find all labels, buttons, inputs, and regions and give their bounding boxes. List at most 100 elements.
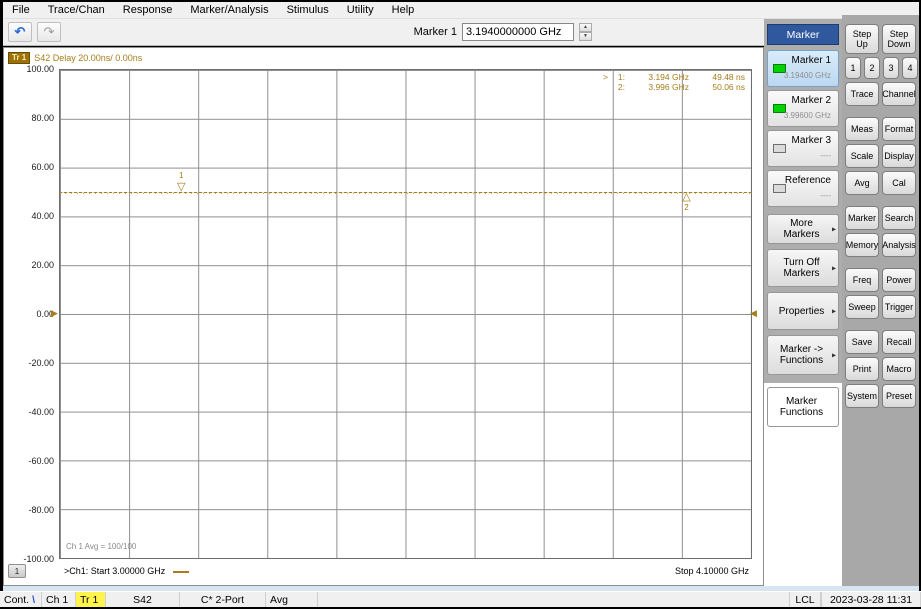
marker-off-indicator: [773, 144, 786, 153]
menu-item-stimulus[interactable]: Stimulus: [278, 3, 338, 17]
sweep-start-label: >Ch1: Start 3.00000 GHz: [64, 566, 189, 576]
submenu-arrow-icon: ▸: [832, 351, 836, 360]
hardkey-analysis[interactable]: Analysis: [882, 233, 916, 257]
hardkey-scale[interactable]: Scale: [845, 144, 879, 168]
menu-item-marker-analysis[interactable]: Marker/Analysis: [181, 3, 277, 17]
y-axis-tick-label: 60.00: [4, 162, 54, 172]
trace-marker-2[interactable]: △: [682, 192, 690, 202]
hardkey-marker[interactable]: Marker: [845, 206, 879, 230]
redo-icon[interactable]: ↷: [37, 22, 61, 42]
measurement-display: Tr 1 S42 Delay 20.00ns/ 0.00ns 100.0080.…: [3, 47, 764, 586]
hardkey-group: MarkerSearchMemoryAnalysis: [842, 206, 919, 257]
submenu-arrow-icon: ▸: [832, 307, 836, 316]
reference-level-arrow-left[interactable]: ▶: [51, 309, 58, 318]
status-label: C* 2-Port: [201, 594, 244, 606]
trace-badge[interactable]: Tr 1: [8, 52, 30, 64]
softkey-marker-2[interactable]: Marker 2 3.99600 GHz: [767, 90, 839, 127]
hardkey-row: SystemPreset: [845, 384, 919, 408]
stepper-down-icon[interactable]: ▼: [579, 32, 592, 41]
status-label: Cont.: [4, 594, 29, 606]
sweep-indicator-icon: \: [32, 594, 35, 606]
hardkey-sweep[interactable]: Sweep: [845, 295, 879, 319]
hardkey-print[interactable]: Print: [845, 357, 879, 381]
marker-entry-cluster: Marker 1 ▲ ▼: [414, 23, 592, 41]
status-cont-[interactable]: Cont.\: [0, 592, 42, 607]
marker-readout-row: >1:3.194 GHz49.48 ns: [603, 72, 745, 82]
marker-entry-label: Marker 1: [414, 26, 457, 38]
hardkey-system[interactable]: System: [845, 384, 879, 408]
hardkey-format[interactable]: Format: [882, 117, 916, 141]
status-tr-1[interactable]: Tr 1: [76, 592, 106, 607]
submenu-arrow-icon: ▸: [832, 225, 836, 234]
hardkey-group: SaveRecallPrintMacroSystemPreset: [842, 330, 919, 408]
softkey-value: 3.99600 GHz: [784, 111, 831, 120]
hardkey-meas[interactable]: Meas: [845, 117, 879, 141]
hardkey-recall[interactable]: Recall: [882, 330, 916, 354]
readout-marker-id: 2:: [611, 82, 625, 92]
y-axis-tick-label: -20.00: [4, 358, 54, 368]
status-avg[interactable]: Avg: [266, 592, 318, 607]
menu-item-utility[interactable]: Utility: [338, 3, 383, 17]
menu-item-file[interactable]: File: [3, 3, 39, 17]
softkey-panel: Marker Marker 13.19400 GHz Marker 2 3.9960…: [764, 19, 842, 586]
hardkey-panel: Step UpStep Down1234TraceChannelMeasForm…: [842, 15, 919, 586]
softkey-marker-3[interactable]: Marker 3----: [767, 130, 839, 167]
hardkey-save[interactable]: Save: [845, 330, 879, 354]
softkey-value: ----: [820, 151, 831, 160]
hardkey-3[interactable]: 3: [883, 57, 899, 79]
hardkey-memory[interactable]: Memory: [845, 233, 879, 257]
softkey-label: Marker 2: [792, 95, 831, 106]
hardkey-power[interactable]: Power: [882, 268, 916, 292]
y-axis-tick-label: -100.00: [4, 554, 54, 564]
hardkey-1[interactable]: 1: [845, 57, 861, 79]
softkey-more-markers[interactable]: More Markers▸: [767, 214, 839, 244]
readout-active-flag: [603, 82, 611, 92]
stepper-up-icon[interactable]: ▲: [579, 23, 592, 32]
hardkey-row: SweepTrigger: [845, 295, 919, 319]
hardkey-2[interactable]: 2: [864, 57, 880, 79]
readout-frequency: 3.996 GHz: [625, 82, 689, 92]
hardkey-cal[interactable]: Cal: [882, 171, 916, 195]
channel-badge[interactable]: 1: [8, 564, 26, 578]
menu-item-help[interactable]: Help: [383, 3, 424, 17]
menu-item-trace-chan[interactable]: Trace/Chan: [39, 3, 114, 17]
marker-frequency-stepper: ▲ ▼: [579, 23, 592, 41]
undo-icon[interactable]: ↶: [8, 22, 32, 42]
status-c-2-port[interactable]: C* 2-Port: [180, 592, 266, 607]
softkey-reference[interactable]: Reference----: [767, 170, 839, 207]
hardkey-display[interactable]: Display: [882, 144, 916, 168]
status-ch-1[interactable]: Ch 1: [42, 592, 76, 607]
menu-item-response[interactable]: Response: [114, 3, 182, 17]
softkey-marker-1[interactable]: Marker 13.19400 GHz: [767, 50, 839, 87]
hardkey-row: MarkerSearch: [845, 206, 919, 230]
hardkey-trace[interactable]: Trace: [845, 82, 879, 106]
hardkey-4[interactable]: 4: [902, 57, 918, 79]
hardkey-step-up[interactable]: Step Up: [845, 24, 879, 54]
marker-frequency-input[interactable]: [462, 23, 574, 41]
hardkey-group: Step UpStep Down 1234 TraceChannel: [842, 24, 919, 106]
hardkey-channel[interactable]: Channel: [882, 82, 916, 106]
hardkey-avg[interactable]: Avg: [845, 171, 879, 195]
hardkey-freq[interactable]: Freq: [845, 268, 879, 292]
status-datetime: 2023-03-28 11:31: [821, 592, 921, 607]
hardkey-macro[interactable]: Macro: [882, 357, 916, 381]
hardkey-trigger[interactable]: Trigger: [882, 295, 916, 319]
status-bar-right: LCL2023-03-28 11:31: [789, 592, 921, 607]
softkey-turn-off-markers[interactable]: Turn Off Markers▸: [767, 249, 839, 287]
softkey-label: Reference: [785, 175, 831, 186]
softkey-marker-functions[interactable]: Marker Functions: [767, 387, 839, 427]
trace-color-key: [173, 571, 189, 573]
status-s42[interactable]: S42: [106, 592, 180, 607]
status-label: Ch 1: [46, 594, 68, 606]
trace-marker-1[interactable]: ▽: [177, 182, 185, 192]
status-bar: Cont.\ Ch 1 Tr 1S42 C* 2-Port Avg LCL2023-03-…: [0, 591, 921, 607]
softkey-properties[interactable]: Properties▸: [767, 292, 839, 330]
hardkey-search[interactable]: Search: [882, 206, 916, 230]
reference-level-arrow-right[interactable]: ◀: [750, 309, 757, 318]
hardkey-row: TraceChannel: [845, 82, 919, 106]
hardkey-preset[interactable]: Preset: [882, 384, 916, 408]
graph-grid[interactable]: [59, 69, 752, 559]
softkey-marker-functions[interactable]: Marker -> Functions▸: [767, 335, 839, 375]
hardkey-step-down[interactable]: Step Down: [882, 24, 916, 54]
softkey-panel-title: Marker: [767, 24, 839, 45]
